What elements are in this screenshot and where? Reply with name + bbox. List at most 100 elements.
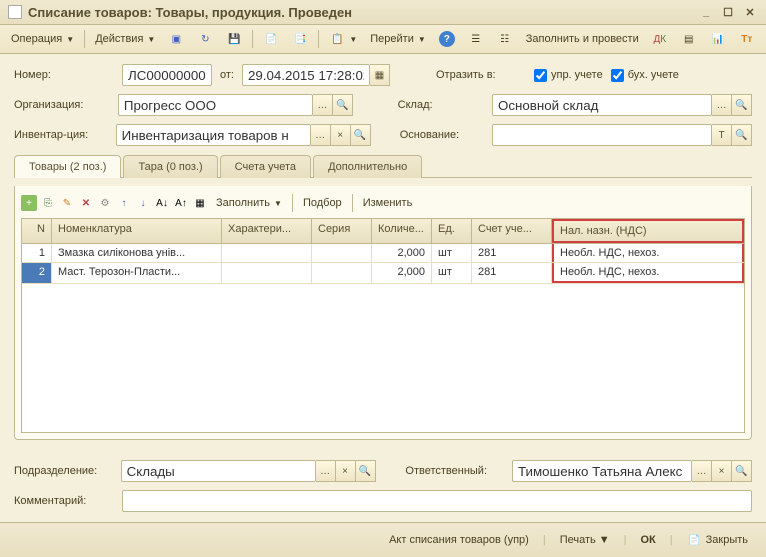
tb-save-icon[interactable]: 💾	[221, 28, 247, 50]
footer-close-button[interactable]: 📄Закрыть	[679, 529, 756, 551]
resp-lookup-button[interactable]: 🔍	[732, 460, 752, 482]
window-title: Списание товаров: Товары, продукция. Про…	[28, 5, 698, 20]
subdiv-select-button[interactable]: …	[316, 460, 336, 482]
invent-select-button[interactable]: …	[311, 124, 331, 146]
row-delete-icon[interactable]: ✕	[78, 195, 94, 211]
org-input[interactable]	[118, 94, 313, 116]
doc-icon	[8, 5, 22, 19]
basis-label: Основание:	[400, 129, 484, 141]
warehouse-lookup-button[interactable]: 🔍	[732, 94, 752, 116]
col-nomenclature[interactable]: Номенклатура	[52, 219, 222, 243]
actions-menu[interactable]: Действия▼	[90, 30, 160, 48]
table-row[interactable]: 1Змазка силіконова унів...2,000шт281Необ…	[22, 244, 744, 263]
basis-text-button[interactable]: T	[712, 124, 732, 146]
tab-additional[interactable]: Дополнительно	[313, 155, 422, 178]
act-button[interactable]: Акт списания товаров (упр)	[381, 531, 537, 549]
subdiv-clear-button[interactable]: ×	[336, 460, 356, 482]
tab-accounts[interactable]: Счета учета	[220, 155, 311, 178]
resp-input[interactable]	[512, 460, 692, 482]
chk-buh[interactable]: бух. учете	[611, 69, 679, 82]
col-nds[interactable]: Нал. назн. (НДС)	[552, 219, 744, 243]
cell-n: 1	[22, 244, 52, 262]
resp-clear-button[interactable]: ×	[712, 460, 732, 482]
cell-n: 2	[22, 263, 52, 283]
invent-input[interactable]	[116, 124, 311, 146]
tb-tt-icon[interactable]: Tт	[734, 28, 760, 50]
row-copy-icon[interactable]: ⎘	[40, 195, 56, 211]
titlebar: Списание товаров: Товары, продукция. Про…	[0, 0, 766, 25]
tab-goods[interactable]: Товары (2 поз.)	[14, 155, 121, 178]
cell-characteristic	[222, 263, 312, 283]
comment-input[interactable]	[122, 490, 752, 512]
tab-tare[interactable]: Тара (0 поз.)	[123, 155, 217, 178]
tb-doc1-icon[interactable]: 📄	[258, 28, 284, 50]
invent-clear-button[interactable]: ×	[331, 124, 351, 146]
col-account[interactable]: Счет уче...	[472, 219, 552, 243]
table-header: N Номенклатура Характери... Серия Количе…	[22, 219, 744, 244]
subdiv-lookup-button[interactable]: 🔍	[356, 460, 376, 482]
col-series[interactable]: Серия	[312, 219, 372, 243]
fill-post-button[interactable]: Заполнить и провести	[521, 30, 644, 48]
org-lookup-button[interactable]: 🔍	[333, 94, 353, 116]
org-select-button[interactable]: …	[313, 94, 333, 116]
maximize-button[interactable]: ☐	[720, 4, 736, 20]
tb-list2-icon[interactable]: ☷	[492, 28, 518, 50]
goods-table[interactable]: N Номенклатура Характери... Серия Количе…	[21, 218, 745, 433]
operation-menu[interactable]: Операция▼	[6, 30, 79, 48]
tb-refresh-icon[interactable]: ↻	[192, 28, 218, 50]
row-gear-icon[interactable]: ⚙	[97, 195, 113, 211]
print-menu[interactable]: Печать▼	[552, 531, 618, 549]
tb-basis-icon[interactable]: 📋▼	[324, 28, 362, 50]
warehouse-input[interactable]	[492, 94, 712, 116]
tb-struct-icon[interactable]: ▤	[676, 28, 702, 50]
cell-characteristic	[222, 244, 312, 262]
table-fill-menu[interactable]: Заполнить▼	[211, 194, 287, 212]
tb-list1-icon[interactable]: ☰	[463, 28, 489, 50]
goto-menu[interactable]: Перейти▼	[365, 30, 431, 48]
date-picker-button[interactable]: ▦	[370, 64, 390, 86]
table-select-button[interactable]: Подбор	[298, 194, 347, 212]
sort-desc-icon[interactable]: A↑	[173, 195, 189, 211]
subdiv-label: Подразделение:	[14, 465, 113, 477]
row-add-icon[interactable]: +	[21, 195, 37, 211]
cell-nds: Необл. НДС, нехоз.	[552, 263, 744, 283]
ok-button[interactable]: ОК	[632, 531, 663, 549]
invent-lookup-button[interactable]: 🔍	[351, 124, 371, 146]
cell-nomenclature: Маст. Терозон-Пласти...	[52, 263, 222, 283]
close-button[interactable]: ✕	[742, 4, 758, 20]
col-characteristic[interactable]: Характери...	[222, 219, 312, 243]
tb-doc2-icon[interactable]: 📑	[287, 28, 313, 50]
subdiv-input[interactable]	[121, 460, 316, 482]
cell-account: 281	[472, 244, 552, 262]
table-row[interactable]: 2Маст. Терозон-Пласти... 2,000шт281Необл.…	[22, 263, 744, 284]
table-toolbar: + ⎘ ✎ ✕ ⚙ ↑ ↓ A↓ A↑ ▦ Заполнить▼ Подбор …	[21, 192, 745, 218]
warehouse-select-button[interactable]: …	[712, 94, 732, 116]
number-input[interactable]	[122, 64, 212, 86]
warehouse-label: Склад:	[398, 99, 484, 111]
resp-select-button[interactable]: …	[692, 460, 712, 482]
row-edit-icon[interactable]: ✎	[59, 195, 75, 211]
basis-lookup-button[interactable]: 🔍	[732, 124, 752, 146]
resp-label: Ответственный:	[405, 465, 504, 477]
col-unit[interactable]: Ед.	[432, 219, 472, 243]
tb-report-icon[interactable]: 📊	[705, 28, 731, 50]
tab-panel-goods: + ⎘ ✎ ✕ ⚙ ↑ ↓ A↓ A↑ ▦ Заполнить▼ Подбор …	[14, 186, 752, 440]
date-input[interactable]	[242, 64, 370, 86]
cell-account: 281	[472, 263, 552, 283]
sort-asc-icon[interactable]: A↓	[154, 195, 170, 211]
basis-input[interactable]	[492, 124, 712, 146]
footer: Акт списания товаров (упр) | Печать▼ | О…	[0, 522, 766, 557]
minimize-button[interactable]: _	[698, 4, 714, 20]
cell-unit: шт	[432, 263, 472, 283]
chk-upr[interactable]: упр. учете	[534, 69, 603, 82]
table-change-button[interactable]: Изменить	[358, 194, 418, 212]
tb-dtkt-icon[interactable]: ДК	[647, 28, 673, 50]
tb-help-icon[interactable]: ?	[434, 28, 460, 50]
col-n[interactable]: N	[22, 219, 52, 243]
tb-post-icon[interactable]: ▣	[163, 28, 189, 50]
row-down-icon[interactable]: ↓	[135, 195, 151, 211]
grid-icon[interactable]: ▦	[192, 195, 208, 211]
cell-quantity: 2,000	[372, 263, 432, 283]
col-quantity[interactable]: Количе...	[372, 219, 432, 243]
row-up-icon[interactable]: ↑	[116, 195, 132, 211]
